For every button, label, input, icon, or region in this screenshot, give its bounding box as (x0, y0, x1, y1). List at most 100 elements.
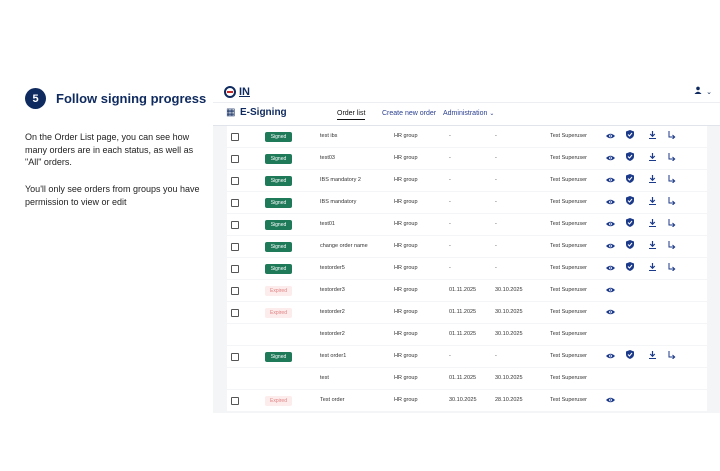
row-checkbox[interactable] (231, 287, 239, 295)
eye-icon[interactable] (604, 280, 616, 301)
download-icon[interactable] (646, 126, 658, 147)
top-bar: IN ⌄ (213, 83, 720, 102)
order-owner: Test Superuser (550, 287, 587, 293)
download-icon[interactable] (646, 148, 658, 169)
tab-administration[interactable]: Administration ⌄ (443, 110, 494, 117)
order-owner: Test Superuser (550, 331, 587, 337)
order-name[interactable]: Test order (320, 390, 344, 411)
forward-icon[interactable] (666, 258, 678, 279)
order-group: HR group (394, 309, 418, 315)
eye-icon[interactable] (604, 236, 616, 257)
grid-icon[interactable]: ▦ (226, 107, 235, 118)
order-group: HR group (394, 243, 418, 249)
step-title: Follow signing progress (56, 91, 207, 106)
order-date-1: - (449, 243, 451, 249)
table-row[interactable]: test HR group 01.11.2025 30.10.2025 Test Sup… (227, 368, 707, 389)
order-name[interactable]: IBS mandatory 2 (320, 170, 361, 191)
order-name[interactable]: testorder2 (320, 302, 345, 323)
row-checkbox[interactable] (231, 221, 239, 229)
row-checkbox[interactable] (231, 243, 239, 251)
table-row[interactable]: Signed test ibs HR group - - Test Superuser (227, 126, 707, 147)
tab-order-list[interactable]: Order list (337, 110, 366, 120)
order-date-2: 30.10.2025 (495, 331, 523, 337)
order-name[interactable]: change order name (320, 236, 368, 257)
order-list: Signed test ibs HR group - - Test Superuser Si… (227, 126, 707, 412)
shield-check-icon[interactable] (624, 214, 636, 235)
table-row[interactable]: Expired Test order HR group 30.10.2025 28.10… (227, 390, 707, 411)
table-row[interactable]: Signed test order1 HR group - - Test Superuse… (227, 346, 707, 367)
row-checkbox[interactable] (231, 309, 239, 317)
order-name[interactable]: test order1 (320, 346, 346, 367)
eye-icon[interactable] (604, 126, 616, 147)
download-icon[interactable] (646, 258, 658, 279)
eye-icon[interactable] (604, 148, 616, 169)
shield-check-icon[interactable] (624, 192, 636, 213)
forward-icon[interactable] (666, 126, 678, 147)
order-owner: Test Superuser (550, 375, 587, 381)
eye-icon[interactable] (604, 170, 616, 191)
download-icon[interactable] (646, 214, 658, 235)
table-row[interactable]: Signed test01 HR group - - Test Superuser (227, 214, 707, 235)
order-date-1: - (449, 221, 451, 227)
status-badge: Signed (265, 131, 292, 142)
row-checkbox[interactable] (231, 199, 239, 207)
shield-check-icon[interactable] (624, 126, 636, 147)
status-badge: Signed (265, 241, 292, 252)
forward-icon[interactable] (666, 214, 678, 235)
eye-icon[interactable] (604, 192, 616, 213)
order-name[interactable]: test01 (320, 214, 335, 235)
status-badge: Signed (265, 197, 292, 208)
row-checkbox[interactable] (231, 265, 239, 273)
logo[interactable]: IN (224, 86, 250, 98)
order-name[interactable]: testorder3 (320, 280, 345, 301)
table-row[interactable]: Signed test03 HR group - - Test Superuser (227, 148, 707, 169)
shield-check-icon[interactable] (624, 170, 636, 191)
tab-create-new-order[interactable]: Create new order (382, 110, 436, 117)
table-row[interactable]: testorder2 HR group 01.11.2025 30.10.2025 Te… (227, 324, 707, 345)
order-group: HR group (394, 221, 418, 227)
order-name[interactable]: test03 (320, 148, 335, 169)
eye-icon[interactable] (604, 346, 616, 367)
download-icon[interactable] (646, 346, 658, 367)
shield-check-icon[interactable] (624, 148, 636, 169)
download-icon[interactable] (646, 236, 658, 257)
order-name[interactable]: test (320, 368, 329, 389)
row-checkbox[interactable] (231, 133, 239, 141)
row-checkbox[interactable] (231, 155, 239, 163)
eye-icon[interactable] (604, 258, 616, 279)
table-row[interactable]: Signed testorder5 HR group - - Test Superuser (227, 258, 707, 279)
eye-icon[interactable] (604, 390, 616, 411)
order-group: HR group (394, 133, 418, 139)
table-row[interactable]: Expired testorder3 HR group 01.11.2025 30.10… (227, 280, 707, 301)
order-group: HR group (394, 177, 418, 183)
order-owner: Test Superuser (550, 243, 587, 249)
step-header: 5 Follow signing progress (25, 88, 206, 109)
order-date-1: 30.10.2025 (449, 397, 477, 403)
table-row[interactable]: Signed IBS mandatory HR group - - Test Superu… (227, 192, 707, 213)
shield-check-icon[interactable] (624, 258, 636, 279)
row-checkbox[interactable] (231, 353, 239, 361)
table-row[interactable]: Expired testorder2 HR group 01.11.2025 30.10… (227, 302, 707, 323)
user-menu[interactable]: ⌄ (694, 86, 712, 96)
row-checkbox[interactable] (231, 177, 239, 185)
order-name[interactable]: testorder5 (320, 258, 345, 279)
table-row[interactable]: Signed IBS mandatory 2 HR group - - Test Supe… (227, 170, 707, 191)
order-name[interactable]: test ibs (320, 126, 337, 147)
eye-icon[interactable] (604, 214, 616, 235)
forward-icon[interactable] (666, 170, 678, 191)
forward-icon[interactable] (666, 236, 678, 257)
forward-icon[interactable] (666, 346, 678, 367)
shield-check-icon[interactable] (624, 236, 636, 257)
shield-check-icon[interactable] (624, 346, 636, 367)
forward-icon[interactable] (666, 192, 678, 213)
download-icon[interactable] (646, 192, 658, 213)
row-checkbox[interactable] (231, 397, 239, 405)
order-owner: Test Superuser (550, 353, 587, 359)
table-row[interactable]: Signed change order name HR group - - Test Su… (227, 236, 707, 257)
forward-icon[interactable] (666, 148, 678, 169)
order-group: HR group (394, 375, 418, 381)
eye-icon[interactable] (604, 302, 616, 323)
download-icon[interactable] (646, 170, 658, 191)
order-name[interactable]: IBS mandatory (320, 192, 356, 213)
order-name[interactable]: testorder2 (320, 324, 345, 345)
